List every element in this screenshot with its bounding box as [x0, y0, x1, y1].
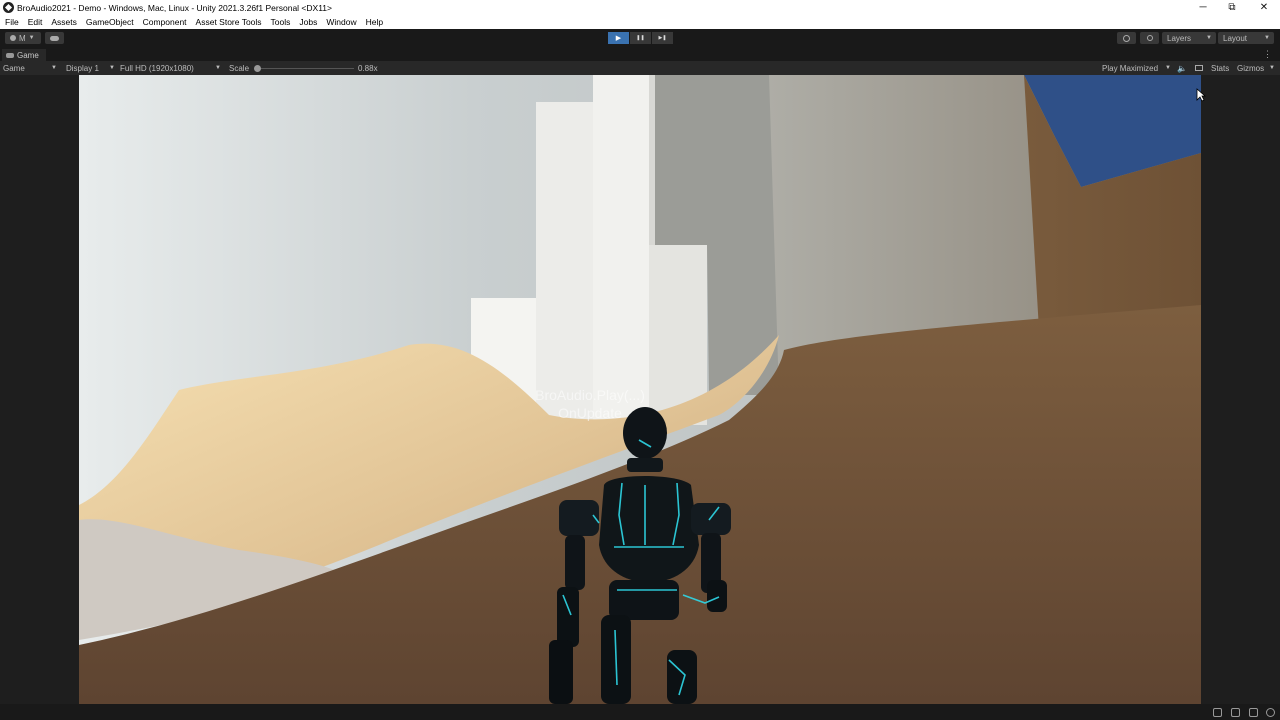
menu-jobs[interactable]: Jobs [294, 17, 321, 27]
status-bar [0, 704, 1280, 720]
menu-tools[interactable]: Tools [266, 17, 295, 27]
account-dropdown[interactable]: M ▼ [5, 32, 41, 44]
status-bug-icon[interactable] [1249, 708, 1258, 717]
cloud-button[interactable] [45, 32, 64, 44]
gizmos-label: Gizmos [1237, 63, 1265, 73]
sign-line-1: BroAudio.Play(...) [535, 387, 645, 403]
tab-game-label: Game [17, 50, 39, 60]
minimize-button[interactable]: ─ [1187, 0, 1219, 15]
chevron-down-icon: ▼ [51, 65, 57, 71]
status-debug-icon[interactable] [1213, 708, 1222, 717]
scale-value: 0.88x [358, 63, 378, 73]
menu-gameobject[interactable]: GameObject [81, 17, 138, 27]
layout-label: Layout [1223, 33, 1248, 43]
menu-bar: File Edit Assets GameObject Component As… [0, 15, 1280, 29]
main-toolbar: M ▼ ▶ ❚❚ ▶❚ Layers ▼ Layout ▼ [0, 29, 1280, 47]
display-dropdown[interactable]: Display 1 ▼ [66, 61, 116, 75]
speaker-icon: 🔈 [1177, 63, 1187, 73]
sign-line-2: OnUpdate [558, 405, 622, 421]
resolution-dropdown[interactable]: Full HD (1920x1080) ▼ [120, 61, 222, 75]
play-controls: ▶ ❚❚ ▶❚ [608, 32, 674, 44]
chevron-down-icon: ▼ [1264, 35, 1270, 41]
menu-window[interactable]: Window [321, 17, 360, 27]
unity-logo-icon [3, 2, 14, 13]
menu-component[interactable]: Component [138, 17, 191, 27]
scale-slider-handle[interactable] [254, 64, 261, 72]
scale-slider-track[interactable] [258, 67, 354, 69]
account-label: M [19, 33, 26, 43]
layout-dropdown[interactable]: Layout ▼ [1218, 32, 1274, 44]
stats-button[interactable]: Stats [1211, 61, 1229, 75]
menu-asset-store-tools[interactable]: Asset Store Tools [191, 17, 266, 27]
display-label: Display 1 [66, 63, 99, 73]
monitor-icon [1195, 65, 1203, 71]
mute-audio-toggle[interactable]: 🔈 [1177, 61, 1187, 75]
scale-label: Scale [229, 63, 250, 73]
close-button[interactable]: ✕ [1248, 0, 1280, 15]
mouse-cursor-icon [1196, 88, 1206, 102]
cloud-icon [50, 35, 59, 41]
pause-button[interactable]: ❚❚ [630, 32, 651, 44]
tower-block [536, 102, 593, 425]
chevron-down-icon: ▼ [215, 65, 221, 71]
account-icon [10, 35, 16, 41]
more-options-icon[interactable]: ⋮ [1263, 49, 1272, 60]
status-progress-icon[interactable] [1231, 708, 1240, 717]
chevron-down-icon: ▼ [28, 35, 35, 41]
chevron-down-icon: ▼ [109, 65, 115, 71]
panel-tab-bar: Game ⋮ [0, 47, 1280, 61]
restore-button[interactable]: ⧉ [1216, 0, 1248, 15]
window-titlebar: BroAudio2021 - Demo - Windows, Mac, Linu… [0, 0, 1280, 15]
chevron-down-icon: ▼ [1269, 65, 1275, 71]
resolution-label: Full HD (1920x1080) [120, 63, 194, 73]
gamepad-icon [6, 52, 14, 58]
history-icon [1123, 34, 1130, 42]
game-view-toolbar: Game ▼ Display 1 ▼ Full HD (1920x1080) ▼… [0, 61, 1280, 75]
play-button[interactable]: ▶ [608, 32, 629, 44]
menu-help[interactable]: Help [361, 17, 387, 27]
undo-history-button[interactable] [1117, 32, 1136, 44]
step-button[interactable]: ▶❚ [652, 32, 673, 44]
tower-top-block [593, 75, 649, 425]
chevron-down-icon: ▼ [1165, 65, 1171, 71]
menu-assets[interactable]: Assets [46, 17, 81, 27]
play-mode-dropdown[interactable]: Play Maximized ▼ [1102, 61, 1172, 75]
search-button[interactable] [1140, 32, 1159, 44]
play-mode-label: Play Maximized [1102, 63, 1159, 73]
vsync-toggle[interactable] [1195, 61, 1203, 75]
menu-file[interactable]: File [0, 17, 23, 27]
search-icon [1146, 35, 1153, 41]
layers-dropdown[interactable]: Layers ▼ [1162, 32, 1216, 44]
menu-edit[interactable]: Edit [23, 17, 47, 27]
tab-game[interactable]: Game [2, 49, 46, 61]
view-mode-label: Game [3, 63, 25, 73]
view-mode-dropdown[interactable]: Game ▼ [3, 61, 59, 75]
gizmos-dropdown[interactable]: Gizmos ▼ [1237, 61, 1277, 75]
status-notification-icon[interactable] [1266, 708, 1275, 717]
window-title: BroAudio2021 - Demo - Windows, Mac, Linu… [17, 2, 332, 13]
game-viewport[interactable]: BroAudio.Play(...) OnUpdate [79, 75, 1201, 704]
layers-label: Layers [1167, 33, 1192, 43]
chevron-down-icon: ▼ [1206, 35, 1212, 41]
